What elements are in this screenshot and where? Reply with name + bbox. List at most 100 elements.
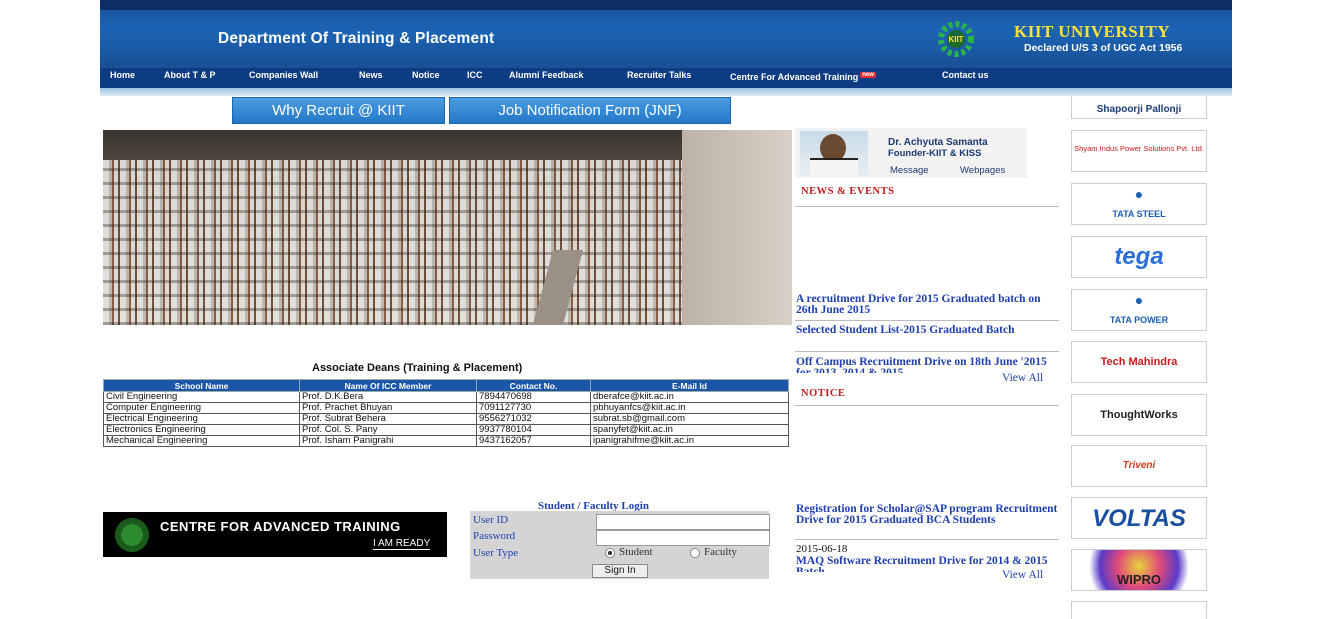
cell: 9437162057 (476, 435, 591, 447)
col-school: School Name (103, 379, 300, 392)
user-id-input[interactable] (596, 514, 770, 530)
faculty-radio[interactable] (690, 548, 700, 558)
jnf-button[interactable]: Job Notification Form (JNF) (449, 97, 731, 124)
sponsor-logo-wipro[interactable]: WIPRO (1071, 549, 1207, 591)
news-heading: NEWS & EVENTS (801, 186, 895, 197)
email-cell: pbhuyanfcs@kiit.ac.in (590, 402, 789, 414)
password-input[interactable] (596, 530, 770, 546)
sponsor-name: WIPRO (1116, 572, 1162, 587)
news-item[interactable]: Selected Student List-2015 Graduated Bat… (796, 324, 1058, 336)
divider (795, 320, 1059, 321)
sponsor-name: tega (1114, 243, 1164, 270)
nav-recruiter-talks[interactable]: Recruiter Talks (627, 70, 691, 80)
nav-home[interactable]: Home (110, 70, 135, 80)
cell: 9556271032 (476, 413, 591, 425)
cell: Prof. Prachet Bhuyan (299, 402, 477, 414)
sponsor-logo-shyam[interactable]: Shyam Indus Power Solutions Pvt. Ltd. (1071, 130, 1207, 172)
cell: Computer Engineering (103, 402, 300, 414)
table-row: Electrical Engineering Prof. Subrat Beher… (103, 413, 789, 425)
nav-centre-advanced-training[interactable]: Centre For Advanced Training new (730, 72, 876, 82)
founder-message-link[interactable]: Message (890, 165, 929, 176)
main-nav: Home About T & P Companies Wall News Not… (100, 68, 1232, 88)
sponsor-logo-tech-mahindra[interactable]: Tech Mahindra (1071, 341, 1207, 383)
student-radio-label: Student (619, 546, 653, 558)
cell: Civil Engineering (103, 391, 300, 403)
nav-news[interactable]: News (359, 70, 383, 80)
email-cell: spanyfet@kiit.ac.in (590, 424, 789, 436)
new-badge: new (860, 72, 876, 78)
news-view-all-link[interactable]: View All (1002, 372, 1043, 384)
i-am-ready-link[interactable]: I AM READY (373, 538, 431, 550)
user-id-label: User ID (473, 514, 509, 526)
sponsor-name: Shyam Indus Power Solutions Pvt. Ltd. (1074, 144, 1204, 153)
sponsor-name: Shapoorji Pallonji (1096, 104, 1182, 115)
sponsor-name: TATA STEEL (1112, 209, 1166, 219)
col-contact: Contact No. (476, 379, 591, 392)
news-item[interactable]: Off Campus Recruitment Drive on 18th Jun… (796, 357, 1058, 373)
divider (795, 351, 1059, 352)
department-title: Department Of Training & Placement (218, 30, 495, 47)
table-row: Computer Engineering Prof. Prachet Bhuyan… (103, 402, 789, 414)
notice-date: 2015-06-18 (796, 543, 848, 555)
notice-item[interactable]: Registration for Scholar@SAP program Rec… (796, 503, 1058, 526)
sponsor-logo-thoughtworks[interactable]: ThoughtWorks (1071, 394, 1207, 436)
divider (795, 405, 1059, 406)
cell: 9937780104 (476, 424, 591, 436)
student-radio[interactable] (605, 548, 615, 558)
nav-companies-wall[interactable]: Companies Wall (249, 70, 318, 80)
deans-table: School Name Name Of ICC Member Contact N… (103, 379, 789, 447)
why-recruit-button[interactable]: Why Recruit @ KIIT (232, 97, 445, 124)
sign-in-button[interactable]: Sign In (592, 564, 648, 578)
cell: Prof. Subrat Behera (299, 413, 477, 425)
email-cell: dberafce@kiit.ac.in (590, 391, 789, 403)
email-cell: subrat.sb@gmail.com (590, 413, 789, 425)
sponsor-name: ThoughtWorks (1100, 409, 1178, 421)
sponsor-logo-tata-power[interactable]: ● TATA POWER (1071, 289, 1207, 331)
password-label: Password (473, 530, 516, 542)
founder-body (810, 158, 858, 178)
sponsor-logo-triveni[interactable]: Triveni (1071, 445, 1207, 487)
cell: Prof. Isham Panigrahi (299, 435, 477, 447)
svg-text:KIIT: KIIT (948, 35, 963, 44)
nav-notice[interactable]: Notice (412, 70, 440, 80)
divider (795, 206, 1059, 207)
founder-role: Founder-KIIT & KISS (888, 148, 982, 159)
sponsor-name: Tech Mahindra (1100, 356, 1178, 368)
table-row: Mechanical Engineering Prof. Isham Panigr… (103, 435, 789, 447)
col-member: Name Of ICC Member (299, 379, 477, 392)
nav-icc[interactable]: ICC (467, 70, 483, 80)
col-email: E-Mail Id (590, 379, 789, 392)
nav-alumni-feedback[interactable]: Alumni Feedback (509, 70, 584, 80)
cell: Prof. D.K.Bera (299, 391, 477, 403)
table-row: Electronics Engineering Prof. Col. S. Pan… (103, 424, 789, 436)
sponsor-logo-partial[interactable] (1071, 601, 1207, 619)
university-name: KIIT UNIVERSITY (1014, 22, 1170, 41)
sponsor-logo-tega[interactable]: tega (1071, 236, 1207, 278)
sponsor-logo-voltas[interactable]: VOLTAS (1071, 497, 1207, 539)
cell: 7894470698 (476, 391, 591, 403)
sponsor-logo-tata-steel[interactable]: ● TATA STEEL (1071, 183, 1207, 225)
founder-webpages-link[interactable]: Webpages (960, 165, 1005, 176)
tata-logo-icon: ● (1134, 186, 1144, 202)
notice-heading: NOTICE (801, 388, 846, 399)
notice-view-all-link[interactable]: View All (1002, 569, 1043, 581)
table-row: Civil Engineering Prof. D.K.Bera 789447069… (103, 391, 789, 403)
sponsor-name: VOLTAS (1092, 505, 1186, 532)
cell: Electronics Engineering (103, 424, 300, 436)
divider (795, 539, 1059, 540)
news-item[interactable]: A recruitment Drive for 2015 Graduated b… (796, 293, 1058, 316)
email-cell: ipanigrahifme@kiit.ac.in (590, 435, 789, 447)
nav-about[interactable]: About T & P (164, 70, 216, 80)
sponsor-logo-shapoorji[interactable]: Shapoorji Pallonji (1071, 96, 1207, 119)
cell: 7091127730 (476, 402, 591, 414)
cell: Mechanical Engineering (103, 435, 300, 447)
kiit-logo-icon (108, 516, 156, 554)
nav-contact[interactable]: Contact us (942, 70, 989, 80)
sponsor-name: TATA POWER (1109, 315, 1169, 325)
sponsor-name: Triveni (1122, 460, 1156, 471)
nav-cat-label: Centre For Advanced Training (730, 72, 859, 82)
cell: Electrical Engineering (103, 413, 300, 425)
kiit-gear-logo-icon: KIIT (938, 21, 974, 57)
cell: Prof. Col. S. Pany (299, 424, 477, 436)
cat-banner-title: CENTRE FOR ADVANCED TRAINING (160, 519, 401, 534)
